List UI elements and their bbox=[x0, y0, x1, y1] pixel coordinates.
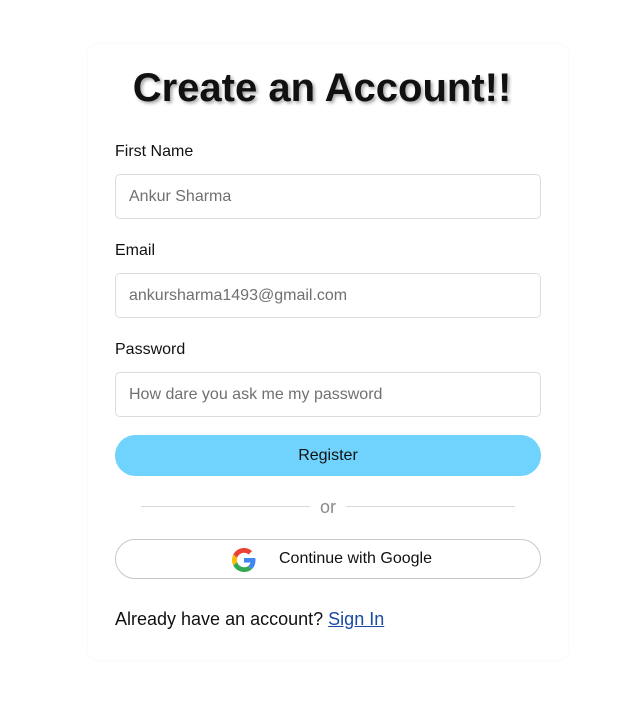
email-input[interactable] bbox=[115, 273, 541, 318]
google-icon bbox=[232, 548, 256, 572]
google-button-label: Continue with Google bbox=[279, 550, 432, 567]
signin-prompt-text: Already have an account? bbox=[115, 609, 324, 629]
first-name-input[interactable] bbox=[115, 174, 541, 219]
divider-line-right bbox=[346, 506, 515, 507]
signin-prompt-row: Already have an account? Sign In bbox=[115, 609, 384, 629]
password-label: Password bbox=[115, 341, 186, 358]
divider-or-text: or bbox=[319, 497, 336, 517]
divider-line-left bbox=[141, 506, 310, 507]
continue-with-google-button[interactable]: Continue with Google bbox=[115, 539, 541, 579]
register-button[interactable]: Register bbox=[115, 435, 541, 476]
first-name-label: First Name bbox=[115, 143, 194, 160]
signin-link[interactable]: Sign In bbox=[328, 609, 384, 629]
page-title: Create an Account!! bbox=[132, 66, 512, 110]
password-input[interactable] bbox=[115, 372, 541, 417]
email-label: Email bbox=[115, 242, 156, 259]
